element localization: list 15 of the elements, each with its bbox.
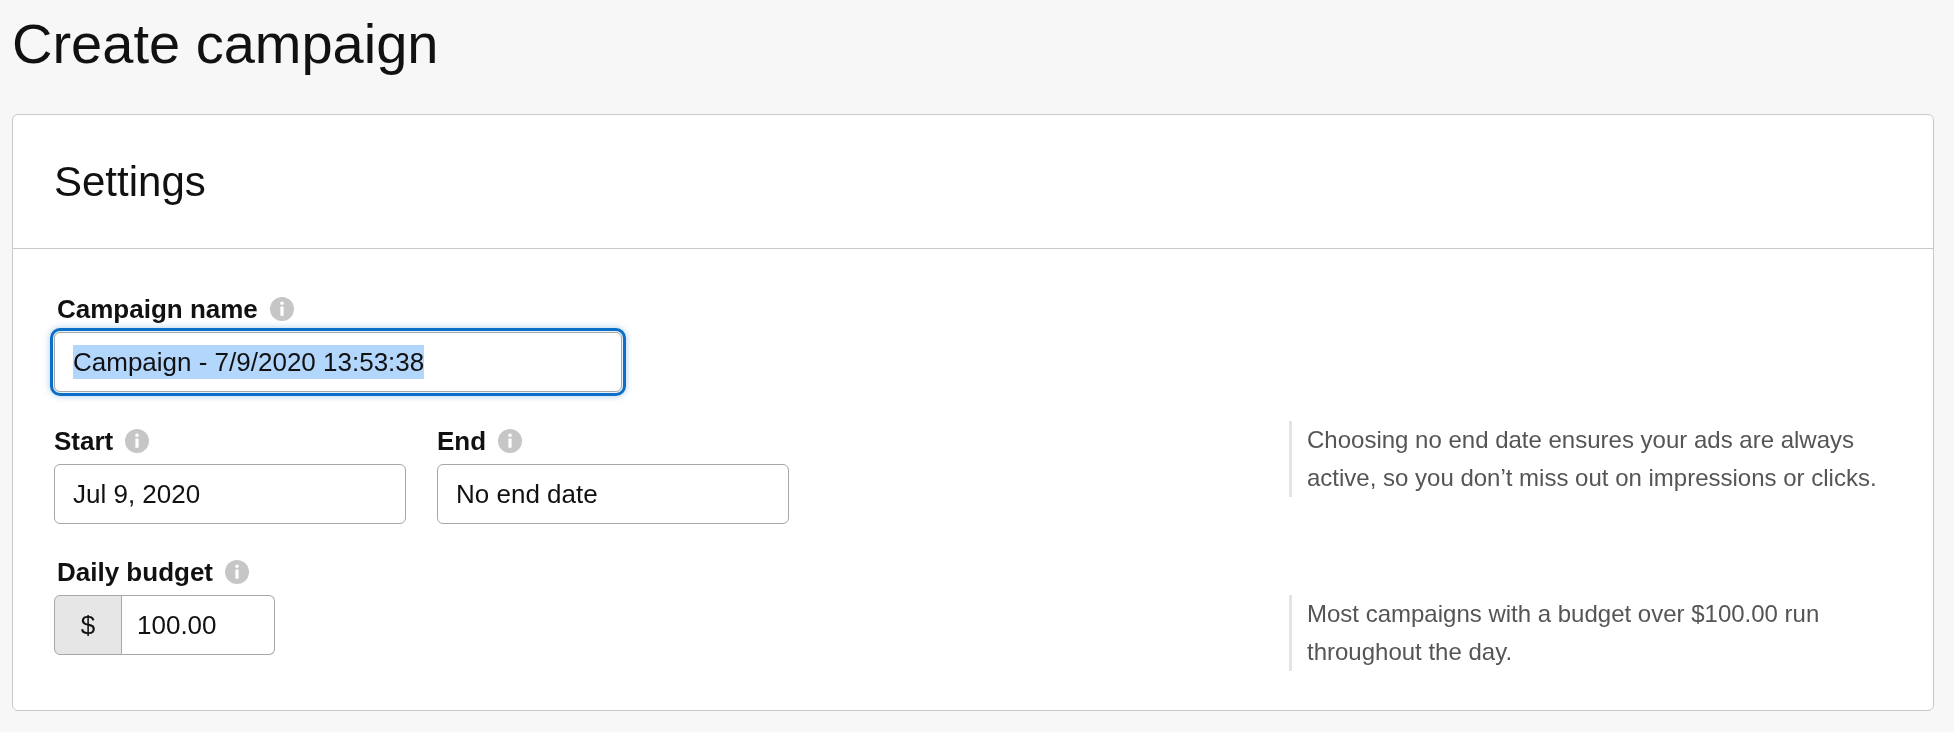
hint-text: Choosing no end date ensures your ads are always active, so you don’t miss out on impressions or clicks.	[1307, 425, 1878, 493]
date-field[interactable]: Jul 9, 2020	[54, 464, 406, 524]
field-label: Daily budget	[57, 559, 213, 585]
info-icon[interactable]	[269, 297, 294, 321]
field-label: Start	[54, 428, 114, 454]
section-title: Settings	[54, 160, 206, 203]
date-field[interactable]: No end date	[437, 464, 789, 524]
info-icon[interactable]	[498, 429, 523, 453]
hint-text: Most campaigns with a budget over $100.00 run throughout the day.	[1307, 599, 1821, 667]
field-label: End	[437, 428, 487, 454]
currency-prefix: $	[54, 595, 122, 655]
field-label: Campaign name	[57, 296, 258, 322]
info-icon[interactable]	[125, 429, 150, 453]
budget-field[interactable]: 100.00	[122, 595, 275, 655]
info-icon[interactable]	[225, 560, 249, 584]
